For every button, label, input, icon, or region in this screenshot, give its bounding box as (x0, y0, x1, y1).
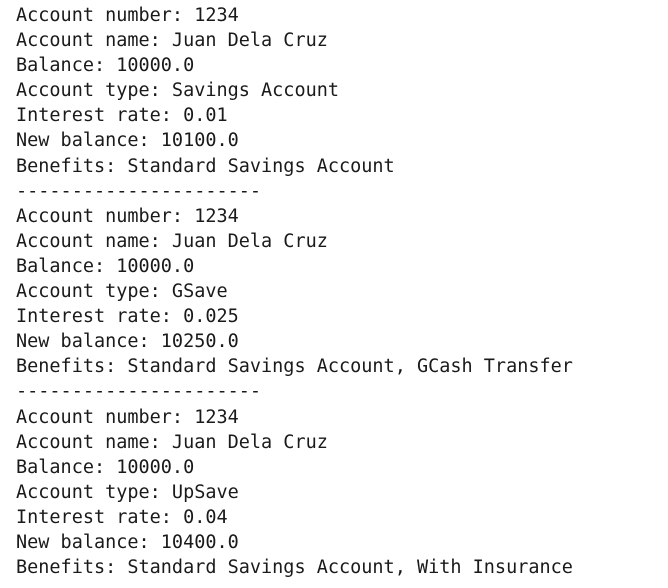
separator-line: ---------------------- (16, 180, 262, 202)
account-name-line: Account name: Juan Dela Cruz (16, 230, 328, 252)
new-balance-line: New balance: 10400.0 (16, 531, 239, 553)
separator-line: ---------------------- (16, 381, 262, 403)
balance-line: Balance: 10000.0 (16, 55, 195, 77)
interest-rate-line: Interest rate: 0.01 (16, 105, 228, 127)
interest-rate-line: Interest rate: 0.025 (16, 306, 239, 328)
interest-rate-line: Interest rate: 0.04 (16, 506, 228, 528)
balance-line: Balance: 10000.0 (16, 255, 195, 277)
account-number-line: Account number: 1234 (16, 406, 239, 428)
account-number-line: Account number: 1234 (16, 5, 239, 26)
console-output: Account number: 1234 Account name: Juan … (16, 3, 664, 585)
benefits-line: Benefits: Standard Savings Account, GCas… (16, 356, 573, 378)
benefits-line: Benefits: Standard Savings Account (16, 155, 395, 177)
new-balance-line: New balance: 10100.0 (16, 130, 239, 152)
account-type-line: Account type: UpSave (16, 481, 239, 503)
balance-line: Balance: 10000.0 (16, 456, 195, 478)
account-number-line: Account number: 1234 (16, 205, 239, 227)
account-type-line: Account type: GSave (16, 281, 228, 303)
account-type-line: Account type: Savings Account (16, 80, 340, 102)
account-name-line: Account name: Juan Dela Cruz (16, 30, 328, 52)
new-balance-line: New balance: 10250.0 (16, 331, 239, 353)
benefits-line: Benefits: Standard Savings Account, With… (16, 557, 573, 579)
account-name-line: Account name: Juan Dela Cruz (16, 431, 328, 453)
